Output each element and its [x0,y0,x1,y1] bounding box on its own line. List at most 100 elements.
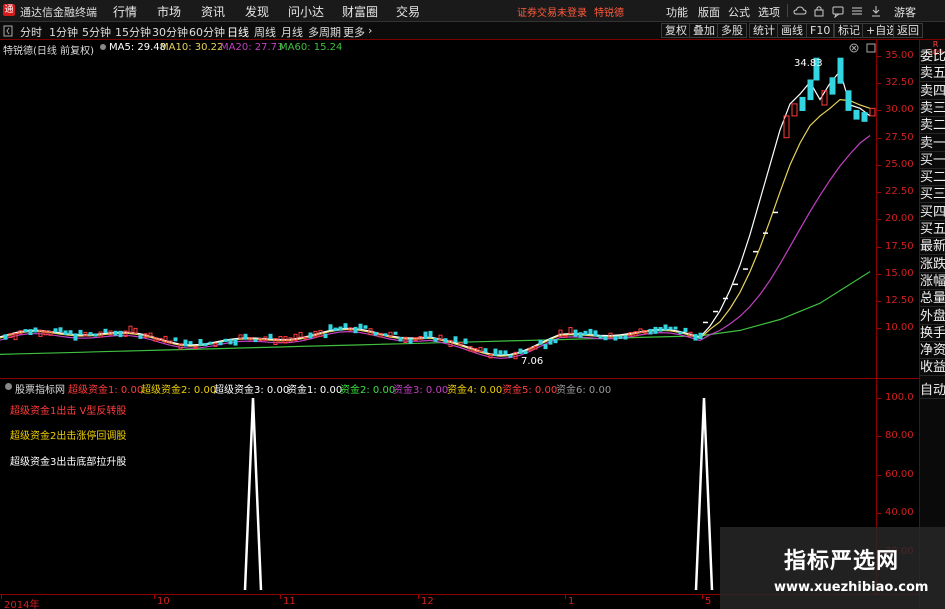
price-tick-label: 15.00 [885,267,914,279]
panel-ask-5[interactable]: 卖五 [920,65,945,83]
candle [188,341,193,345]
candle [518,348,523,354]
maximize-chart-icon[interactable] [866,43,876,53]
menu-options[interactable]: 选项 [758,4,780,20]
candle [3,334,8,340]
panel-ask-4[interactable]: 卖四 [920,83,945,100]
close-chart-icon[interactable] [849,43,859,53]
statistics-button[interactable]: 统计 [749,23,779,38]
adjust-button[interactable]: 复权 [661,23,691,38]
panel-bid-3[interactable]: 买三 [920,186,945,204]
period-more[interactable]: 更多 [343,24,365,40]
menu-item-discover[interactable]: 发现 [245,3,269,20]
period-multi[interactable]: 多周期 [308,24,341,40]
lock-icon[interactable] [812,4,826,18]
candle [799,96,806,112]
period-30min[interactable]: 30分钟 [152,24,188,40]
candle [861,112,868,122]
menu-item-news[interactable]: 资讯 [201,3,225,20]
collapse-icon[interactable] [3,25,13,37]
mark-button[interactable]: 标记 [834,23,864,38]
ma20-label: MA20: 27.73 [220,42,284,53]
menu-formula[interactable]: 公式 [728,4,750,20]
menu-function[interactable]: 功能 [666,4,688,20]
period-1min[interactable]: 1分钟 [49,24,78,40]
period-weekly[interactable]: 周线 [254,24,276,40]
candle [498,350,503,356]
download-icon[interactable] [869,4,883,18]
panel-order-ratio[interactable]: 委比 [920,48,945,65]
candle [68,330,73,335]
indicator-signals [243,397,714,591]
candle [493,348,498,356]
panel-ask-1[interactable]: 卖一 [920,135,945,152]
panel-change-pct[interactable]: 涨幅 [920,273,945,290]
candle [103,328,108,333]
settings-dot-icon[interactable] [99,43,107,51]
indicator-tick-label: 40.00 [885,507,914,519]
draw-line-button[interactable]: 画线 [777,23,807,38]
panel-last-price[interactable]: 最新 [920,238,945,256]
panel-net-assets[interactable]: 净资 [920,342,945,360]
candle [463,338,468,345]
menu-bar: 通 通达信金融终端 行情 市场 资讯 发现 问小达 财富圈 交易 证券交易未登录… [0,0,945,22]
date-tick-mark [1,595,2,599]
candle [13,333,18,341]
panel-ask-2[interactable]: 卖二 [920,117,945,135]
signal-spike [243,397,263,591]
candle [791,103,798,117]
date-label-oct: 10 [157,596,170,607]
candle [869,107,876,117]
panel-bid-4[interactable]: 买四 [920,204,945,221]
panel-bid-2[interactable]: 买二 [920,169,945,187]
panel-volume[interactable]: 总量 [920,290,945,308]
price-tick-label: 30.00 [885,104,914,116]
period-15min[interactable]: 15分钟 [115,24,151,40]
period-toolbar: 分时 1分钟 5分钟 15分钟 30分钟 60分钟 日线 周线 月线 多周期 更… [0,22,945,40]
menu-item-market[interactable]: 市场 [157,3,181,20]
guest-user[interactable]: 游客 [894,4,916,20]
period-daily[interactable]: 日线 [227,24,249,40]
menu-icon[interactable] [850,4,864,18]
period-monthly[interactable]: 月线 [281,24,303,40]
price-tick-label: 32.50 [885,77,914,89]
date-label-nov: 11 [283,596,296,607]
period-60min[interactable]: 60分钟 [189,24,225,40]
menu-item-trade[interactable]: 交易 [396,3,420,20]
cloud-icon[interactable] [793,4,807,18]
watermark: 指标严选网 www.xuezhibiao.com [720,527,945,609]
panel-bid-1[interactable]: 买一 [920,152,945,169]
period-timeshare[interactable]: 分时 [20,24,42,40]
more-arrow-icon[interactable]: › [368,24,372,37]
chat-icon[interactable] [831,4,845,18]
overlay-button[interactable]: 叠加 [689,23,719,38]
candle [58,327,63,333]
candle [603,336,608,341]
back-button[interactable]: 返回 [893,23,923,38]
limit-up-candle [763,232,768,234]
price-chart[interactable] [0,54,919,376]
indicator-settings-icon[interactable] [4,382,13,391]
menu-item-wealth[interactable]: 财富圈 [342,3,378,20]
panel-earnings[interactable]: 收益 [920,359,945,377]
panel-outer-volume[interactable]: 外盘 [920,308,945,325]
candle [223,338,228,342]
panel-ask-3[interactable]: 卖三 [920,100,945,117]
trade-login-status[interactable]: 证券交易未登录 [517,4,587,19]
price-tick-mark [877,301,881,302]
panel-auto[interactable]: 自动 [920,382,945,399]
multi-stock-button[interactable]: 多股 [717,23,747,38]
f10-button[interactable]: F10 [806,23,835,38]
menu-item-quotes[interactable]: 行情 [113,3,137,20]
candle [408,338,413,344]
panel-change[interactable]: 涨跌 [920,256,945,273]
limit-up-candle [723,297,728,300]
panel-bid-5[interactable]: 买五 [920,221,945,238]
menu-layout[interactable]: 版面 [698,4,720,20]
menu-item-assistant[interactable]: 问小达 [288,3,324,20]
candle [648,328,653,335]
candle [238,334,243,339]
panel-turnover[interactable]: 换手 [920,325,945,342]
signal-spike [694,397,714,591]
period-5min[interactable]: 5分钟 [82,24,111,40]
